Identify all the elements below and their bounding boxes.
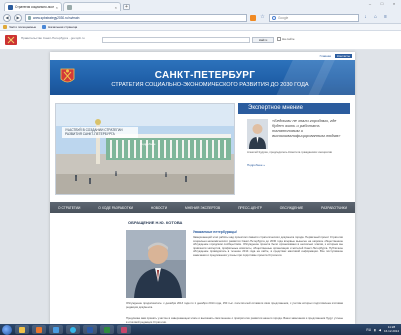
menu-item-press-center[interactable]: ПРЕСС-ЦЕНТР — [238, 206, 262, 210]
start-button[interactable] — [2, 324, 12, 335]
taskbar: RU ▮ ◀ 11:28 16.12.2014 — [0, 324, 401, 335]
menu-item-news[interactable]: НОВОСТИ — [151, 206, 167, 210]
menu-item-discussion[interactable]: ОБСУЖДЕНИЕ — [280, 206, 303, 210]
browser-icon — [36, 326, 42, 333]
bookmark-item[interactable]: Начальная страница — [42, 25, 77, 29]
main-menu: О СТРАТЕГИИ О ХОДЕ РАЗРАБОТКИ НОВОСТИ МН… — [50, 202, 355, 213]
bookmark-label: Часто посещаемые — [9, 25, 37, 29]
taskbar-app-excel[interactable] — [100, 325, 114, 334]
rss-icon[interactable] — [250, 14, 256, 21]
banner-title: САНКТ-ПЕТЕРБУРГ — [154, 70, 256, 81]
top-links: Главная Контакты — [320, 54, 352, 58]
bookmark-item[interactable]: Часто посещаемые — [3, 25, 36, 29]
appeal-greeting: Уважаемые петербуржцы! — [193, 230, 238, 234]
menu-item-expert-opinions[interactable]: МНЕНИЯ ЭКСПЕРТОВ — [185, 206, 220, 210]
word-icon — [87, 326, 93, 333]
appeal-paragraph: Обсуждение продолжилось: с декабря 2013 … — [126, 302, 343, 309]
search-scope-option[interactable]: На сайте — [277, 37, 295, 41]
search-scope-checkbox[interactable] — [277, 37, 281, 41]
back-button[interactable]: ◀ — [3, 13, 11, 22]
favicon-icon — [67, 4, 72, 10]
site-identity-icon[interactable] — [28, 15, 31, 20]
browser-tab[interactable]: × — [63, 2, 121, 11]
tab-title: Стратегия социально-экономического... — [15, 5, 54, 9]
menu-item-progress[interactable]: О ХОДЕ РАЗРАБОТКИ — [98, 206, 133, 210]
excel-icon — [104, 326, 110, 333]
forward-button[interactable]: ▶ — [14, 13, 22, 22]
government-link[interactable]: Правительство Санкт-Петербурга · gov.spb… — [21, 36, 91, 40]
coat-of-arms-icon[interactable] — [4, 34, 18, 46]
menu-icon[interactable]: ≡ — [382, 14, 389, 21]
maximize-button[interactable]: □ — [377, 1, 387, 7]
network-icon[interactable]: ▮ — [374, 328, 376, 332]
taskbar-app-photo[interactable] — [117, 325, 131, 334]
expert-more-link[interactable]: Подробнее » — [247, 163, 265, 167]
taskbar-app-explorer[interactable] — [15, 325, 29, 334]
address-bar[interactable]: www.spbstrategy2030.ru/ru/main — [25, 13, 247, 22]
favicon-icon — [8, 4, 13, 10]
home-icon[interactable]: ⌂ — [372, 14, 379, 21]
appeal-paragraph: Предлагаю вам принять участие в завершаю… — [126, 317, 343, 324]
tab-bar: Стратегия социально-экономического... × … — [0, 0, 401, 11]
language-indicator[interactable]: RU — [366, 328, 371, 332]
close-tab-icon[interactable]: × — [56, 5, 58, 10]
official-portrait — [126, 230, 186, 298]
volume-icon[interactable]: ◀ — [379, 328, 381, 332]
photo-icon — [121, 326, 127, 333]
navigation-bar: ◀ ▶ www.spbstrategy2030.ru/ru/main ☆ Goo… — [0, 11, 401, 24]
winter-palace-illustration — [56, 104, 234, 194]
search-scope-label: На сайте — [282, 37, 295, 41]
url-text: www.spbstrategy2030.ru/ru/main — [33, 15, 80, 20]
close-tab-icon[interactable]: × — [115, 5, 117, 10]
taskbar-app-browser[interactable] — [32, 325, 46, 334]
star-icon[interactable]: ☆ — [259, 14, 266, 21]
menu-item-about-strategy[interactable]: О СТРАТЕГИИ — [58, 206, 80, 210]
site-banner: САНКТ-ПЕТЕРБУРГ СТРАТЕГИЯ СОЦИАЛЬНО-ЭКОН… — [50, 60, 355, 95]
taskbar-app-media[interactable] — [49, 325, 63, 334]
skype-icon — [70, 326, 76, 333]
banner-subtitle: СТРАТЕГИЯ СОЦИАЛЬНО-ЭКОНОМИЧЕСКОГО РАЗВИ… — [111, 82, 309, 88]
clock-date: 16.12.2014 — [383, 328, 399, 333]
bookmark-icon — [42, 25, 47, 29]
google-icon — [272, 15, 276, 20]
system-tray: RU ▮ ◀ 11:28 16.12.2014 — [366, 325, 399, 333]
appeal-paragraph: Завершающий этап работы над проектом гла… — [193, 236, 343, 257]
browser-tab-active[interactable]: Стратегия социально-экономического... × — [4, 2, 62, 11]
site-search-input[interactable] — [102, 37, 250, 43]
top-link-contacts[interactable]: Контакты — [335, 54, 352, 58]
hero-image[interactable]: УЧАСТВУЙ В СОЗДАНИИ СТРАТЕГИИ РАЗВИТИЯ С… — [55, 103, 235, 195]
hero-caption: УЧАСТВУЙ В СОЗДАНИИ СТРАТЕГИИ РАЗВИТИЯ С… — [62, 127, 138, 138]
appeal-title: ОБРАЩЕНИЕ Н.Ю. КОТОВА — [128, 220, 183, 225]
taskbar-app-skype[interactable] — [66, 325, 80, 334]
site-container: Главная Контакты САНКТ-ПЕТЕРБУРГ СТРАТЕГ… — [50, 52, 355, 324]
taskbar-app-word[interactable] — [83, 325, 97, 334]
new-tab-button[interactable]: + — [123, 4, 130, 10]
download-icon[interactable]: ↓ — [362, 14, 369, 21]
site-top-strip: Правительство Санкт-Петербурга · gov.spb… — [0, 31, 401, 50]
expert-quote: «Бедными не знали городами, где будет жи… — [272, 118, 341, 138]
search-placeholder: Google — [278, 15, 289, 20]
window-controls: – □ × — [365, 1, 399, 7]
expert-photo — [247, 119, 268, 149]
site-search-button[interactable]: Найти — [252, 37, 274, 43]
bookmark-icon — [3, 25, 7, 29]
menu-item-developers[interactable]: РАЗРАБОТЧИКИ — [321, 206, 347, 210]
close-window-button[interactable]: × — [389, 1, 399, 7]
bookmark-label: Начальная страница — [48, 25, 78, 29]
browser-chrome: Стратегия социально-экономического... × … — [0, 0, 401, 24]
minimize-button[interactable]: – — [365, 1, 375, 7]
expert-name: Алексей Кудрин, председатель Комитета гр… — [247, 150, 332, 154]
clock[interactable]: 11:28 16.12.2014 — [383, 325, 399, 333]
bookmarks-bar: Часто посещаемые Начальная страница — [0, 24, 401, 31]
hero-more-link[interactable]: Подробнее — [140, 142, 156, 146]
expert-heading: Экспертное мнение — [238, 103, 350, 114]
top-link-home[interactable]: Главная — [320, 54, 331, 58]
media-icon — [53, 326, 59, 333]
city-emblem-icon[interactable] — [60, 68, 75, 86]
folder-icon — [19, 326, 25, 333]
expert-opinion-panel: Экспертное мнение «Бедными не знали горо… — [238, 103, 350, 195]
browser-search-box[interactable]: Google — [269, 13, 359, 22]
